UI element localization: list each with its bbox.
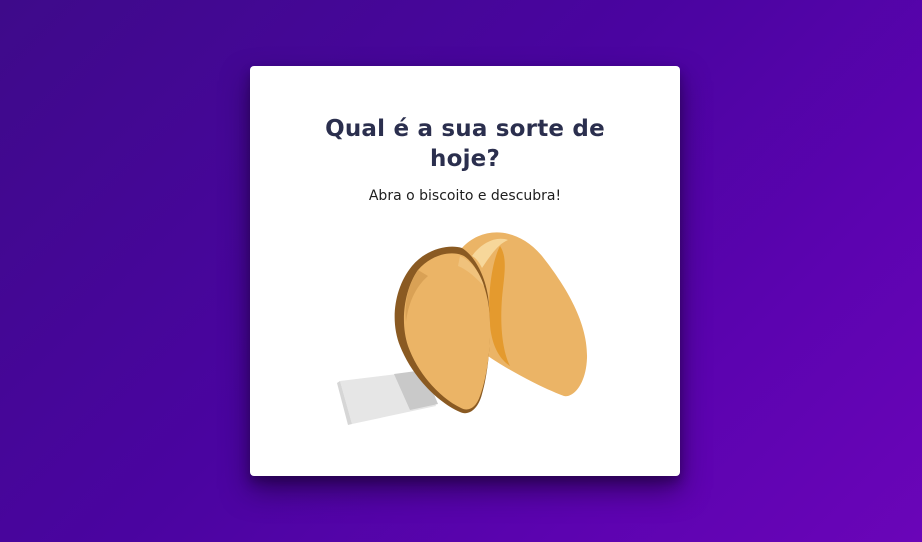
fortune-cookie-icon [337,232,588,425]
card-subtitle: Abra o biscoito e descubra! [368,188,562,204]
fortune-cookie-button[interactable] [332,226,592,426]
page-background: { "card": { "title": "Qual é a sua sorte… [0,0,922,542]
card-title: Qual é a sua sorte de hoje? [325,116,605,172]
fortune-card: Qual é a sua sorte de hoje? Abra o bisco… [250,66,680,476]
